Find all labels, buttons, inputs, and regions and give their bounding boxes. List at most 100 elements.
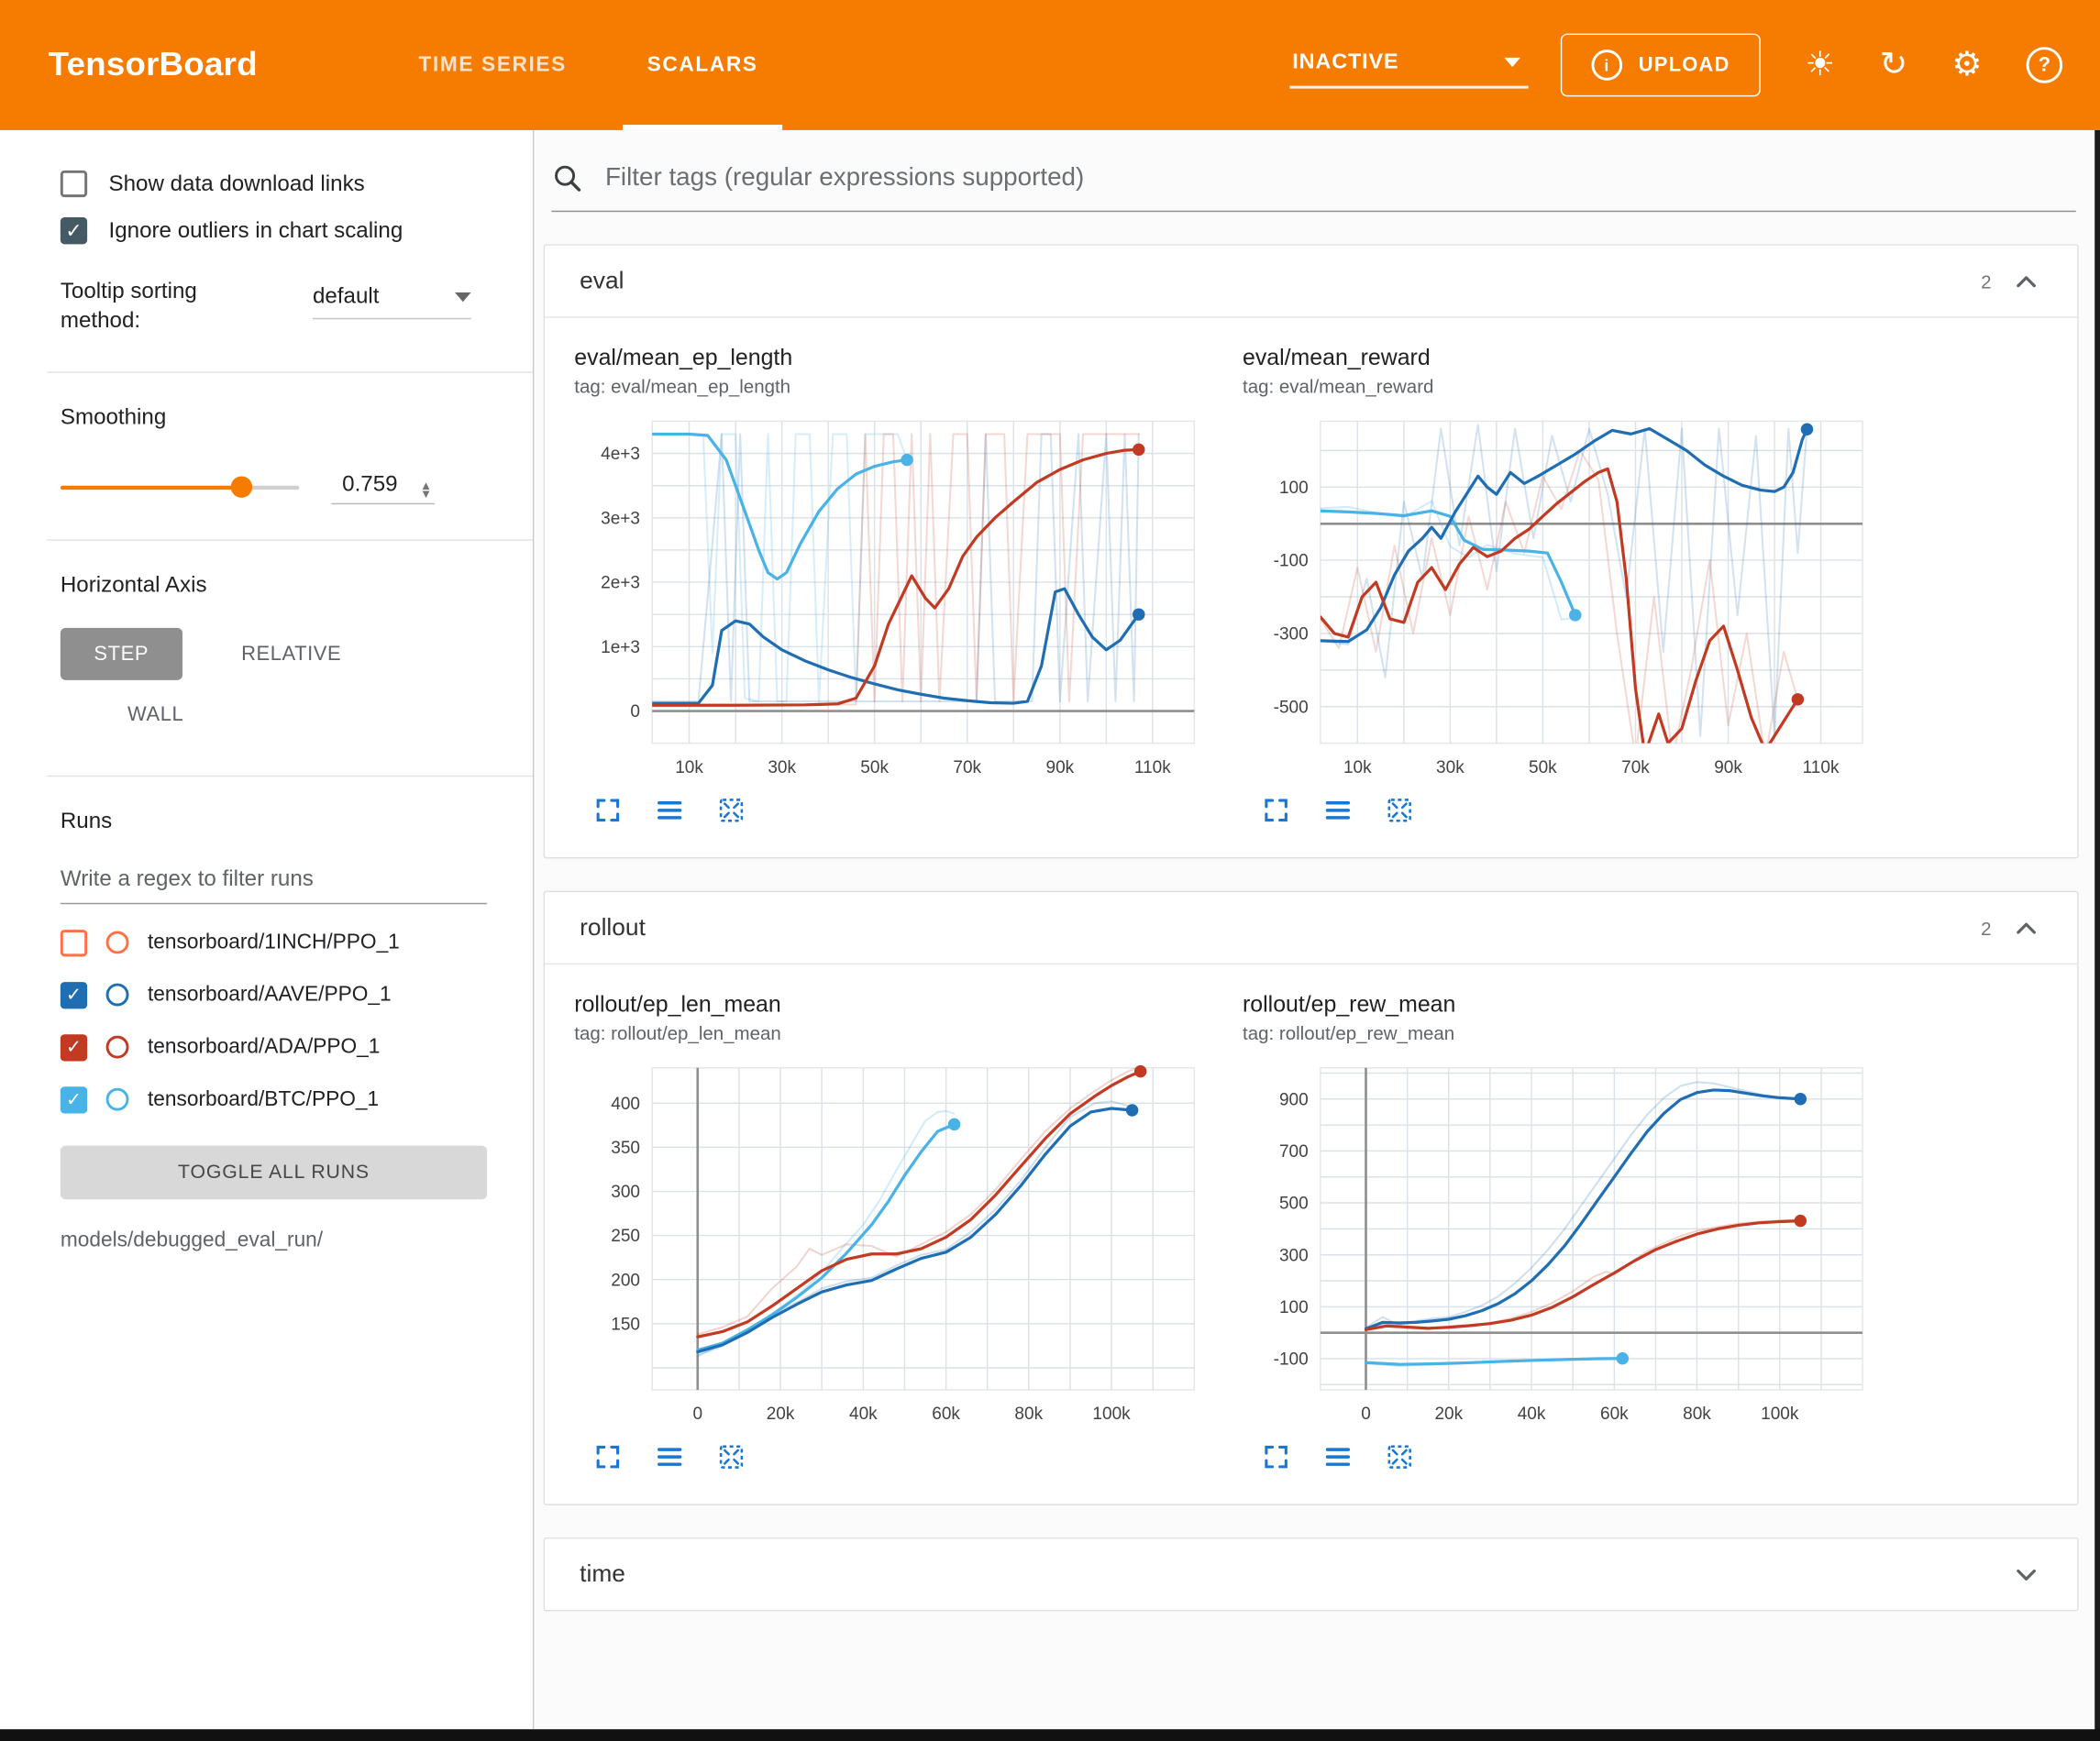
refresh-icon[interactable]: ↻ [1880, 49, 1908, 83]
section-rollout: rollout 2 rollout/ep_len_mean tag: rollo… [544, 891, 2079, 1505]
divider [47, 371, 533, 372]
svg-text:-500: -500 [1274, 698, 1309, 717]
help-icon[interactable]: ? [2027, 47, 2063, 83]
expand-chart-icon[interactable] [593, 1442, 623, 1471]
svg-text:100k: 100k [1092, 1405, 1131, 1424]
chart-card-rollout-ep-rew-mean: rollout/ep_rew_mean tag: rollout/ep_rew_… [1243, 991, 1903, 1471]
run-solo-radio[interactable] [106, 984, 129, 1007]
settings-gear-icon[interactable]: ⚙ [1951, 49, 1982, 83]
svg-text:250: 250 [611, 1227, 640, 1246]
chevron-down-icon [1504, 58, 1520, 67]
runs-list-icon[interactable] [655, 796, 684, 825]
chart-tag: tag: eval/mean_ep_length [574, 376, 1234, 397]
chevron-down-icon[interactable] [2010, 1559, 2042, 1591]
svg-text:300: 300 [611, 1183, 640, 1202]
line-chart[interactable]: 020k40k60k80k100k-100100300500700900 [1243, 1052, 1903, 1439]
svg-text:50k: 50k [1529, 758, 1557, 777]
run-row-1inch[interactable]: tensorboard/1INCH/PPO_1 [61, 929, 495, 955]
section-time-header[interactable]: time [545, 1538, 2077, 1610]
section-eval-header[interactable]: eval 2 [545, 246, 2077, 318]
runs-list-icon[interactable] [1323, 796, 1353, 825]
run-row-aave[interactable]: ✓ tensorboard/AAVE/PPO_1 [61, 981, 495, 1008]
run-checkbox[interactable]: ✓ [61, 981, 87, 1008]
axis-relative-button[interactable]: RELATIVE [217, 627, 366, 679]
toggle-all-runs-button[interactable]: TOGGLE ALL RUNS [61, 1145, 487, 1199]
fit-domain-icon[interactable] [1385, 796, 1414, 825]
show-download-links-checkbox[interactable] [61, 171, 87, 197]
line-chart[interactable]: 10k30k50k70k90k110k100-100-300-500 [1243, 405, 1903, 793]
divider [47, 775, 533, 776]
line-chart[interactable]: 020k40k60k80k100k150200250300350400 [574, 1052, 1234, 1439]
svg-text:10k: 10k [1343, 758, 1372, 777]
run-row-ada[interactable]: ✓ tensorboard/ADA/PPO_1 [61, 1034, 495, 1061]
show-download-links-label: Show data download links [109, 171, 365, 197]
chevron-up-icon[interactable] [2010, 265, 2042, 297]
svg-text:90k: 90k [1714, 758, 1742, 777]
runs-list-icon[interactable] [655, 1442, 684, 1471]
section-title: rollout [580, 914, 646, 942]
tooltip-sorting-dropdown[interactable]: default [313, 284, 471, 319]
tag-filter-input[interactable] [602, 162, 2076, 194]
section-time: time [544, 1537, 2079, 1611]
svg-text:350: 350 [611, 1139, 640, 1158]
run-checkbox[interactable]: ✓ [61, 1034, 87, 1061]
tab-time-series[interactable]: TIME SERIES [379, 0, 607, 130]
runs-filter-input[interactable] [61, 858, 487, 904]
svg-text:60k: 60k [1600, 1405, 1629, 1424]
runs-list-icon[interactable] [1323, 1442, 1353, 1471]
stepper-down-icon[interactable]: ▼ [420, 490, 432, 498]
svg-text:0: 0 [630, 702, 640, 722]
section-title: eval [580, 267, 624, 295]
line-chart[interactable]: 10k30k50k70k90k110k01e+32e+33e+34e+3 [574, 405, 1234, 793]
fit-domain-icon[interactable] [1385, 1442, 1414, 1471]
expand-chart-icon[interactable] [593, 796, 623, 825]
chart-title: eval/mean_ep_length [574, 345, 1234, 371]
svg-text:110k: 110k [1134, 758, 1171, 777]
axis-step-button[interactable]: STEP [61, 627, 182, 679]
smoothing-value-input[interactable] [339, 470, 414, 499]
run-solo-radio[interactable] [106, 1088, 129, 1111]
chevron-up-icon[interactable] [2010, 911, 2042, 943]
section-rollout-header[interactable]: rollout 2 [545, 892, 2077, 964]
app-header: TensorBoard TIME SERIES SCALARS INACTIVE… [0, 0, 2100, 130]
status-dropdown-value: INACTIVE [1292, 50, 1398, 74]
tooltip-sorting-row: Tooltip sorting method: default [61, 276, 495, 336]
smoothing-slider[interactable] [61, 485, 299, 489]
expand-chart-icon[interactable] [1262, 1442, 1291, 1471]
brightness-icon[interactable]: ☀ [1805, 49, 1835, 83]
axis-wall-button[interactable]: WALL [104, 688, 208, 740]
smoothing-label: Smoothing [61, 404, 495, 430]
tab-scalars[interactable]: SCALARS [607, 0, 799, 130]
fit-domain-icon[interactable] [716, 796, 746, 825]
section-rollout-body: rollout/ep_len_mean tag: rollout/ep_len_… [545, 964, 2077, 1504]
show-download-links-row[interactable]: Show data download links [61, 171, 495, 197]
run-solo-radio[interactable] [106, 1036, 129, 1059]
chart-card-eval-mean-ep-length: eval/mean_ep_length tag: eval/mean_ep_le… [574, 345, 1234, 825]
chart-title: eval/mean_reward [1243, 345, 1903, 371]
status-dropdown[interactable]: INACTIVE [1289, 42, 1528, 88]
horizontal-axis-buttons: STEP RELATIVE [61, 627, 495, 679]
svg-text:150: 150 [611, 1315, 640, 1334]
smoothing-stepper[interactable]: ▲▼ [420, 483, 432, 498]
svg-text:1e+3: 1e+3 [601, 638, 640, 657]
fit-domain-icon[interactable] [716, 1442, 746, 1471]
ignore-outliers-row[interactable]: ✓ Ignore outliers in chart scaling [61, 217, 495, 244]
divider [47, 539, 533, 540]
run-checkbox[interactable]: ✓ [61, 1086, 87, 1113]
expand-chart-icon[interactable] [1262, 796, 1291, 825]
chart-title: rollout/ep_rew_mean [1243, 991, 1903, 1018]
upload-button[interactable]: i UPLOAD [1561, 34, 1761, 97]
svg-text:2e+3: 2e+3 [601, 574, 640, 593]
svg-text:0: 0 [1361, 1405, 1371, 1424]
run-checkbox[interactable] [61, 929, 87, 955]
ignore-outliers-label: Ignore outliers in chart scaling [109, 218, 403, 244]
svg-text:100: 100 [1279, 1298, 1309, 1317]
chart-tag: tag: eval/mean_reward [1243, 376, 1903, 397]
svg-text:900: 900 [1279, 1090, 1309, 1109]
scroll-edge[interactable] [2094, 130, 2100, 1741]
run-solo-radio[interactable] [106, 931, 129, 954]
ignore-outliers-checkbox[interactable]: ✓ [61, 217, 87, 244]
svg-text:-300: -300 [1274, 625, 1309, 645]
run-row-btc[interactable]: ✓ tensorboard/BTC/PPO_1 [61, 1086, 495, 1113]
smoothing-slider-thumb[interactable] [231, 477, 252, 498]
